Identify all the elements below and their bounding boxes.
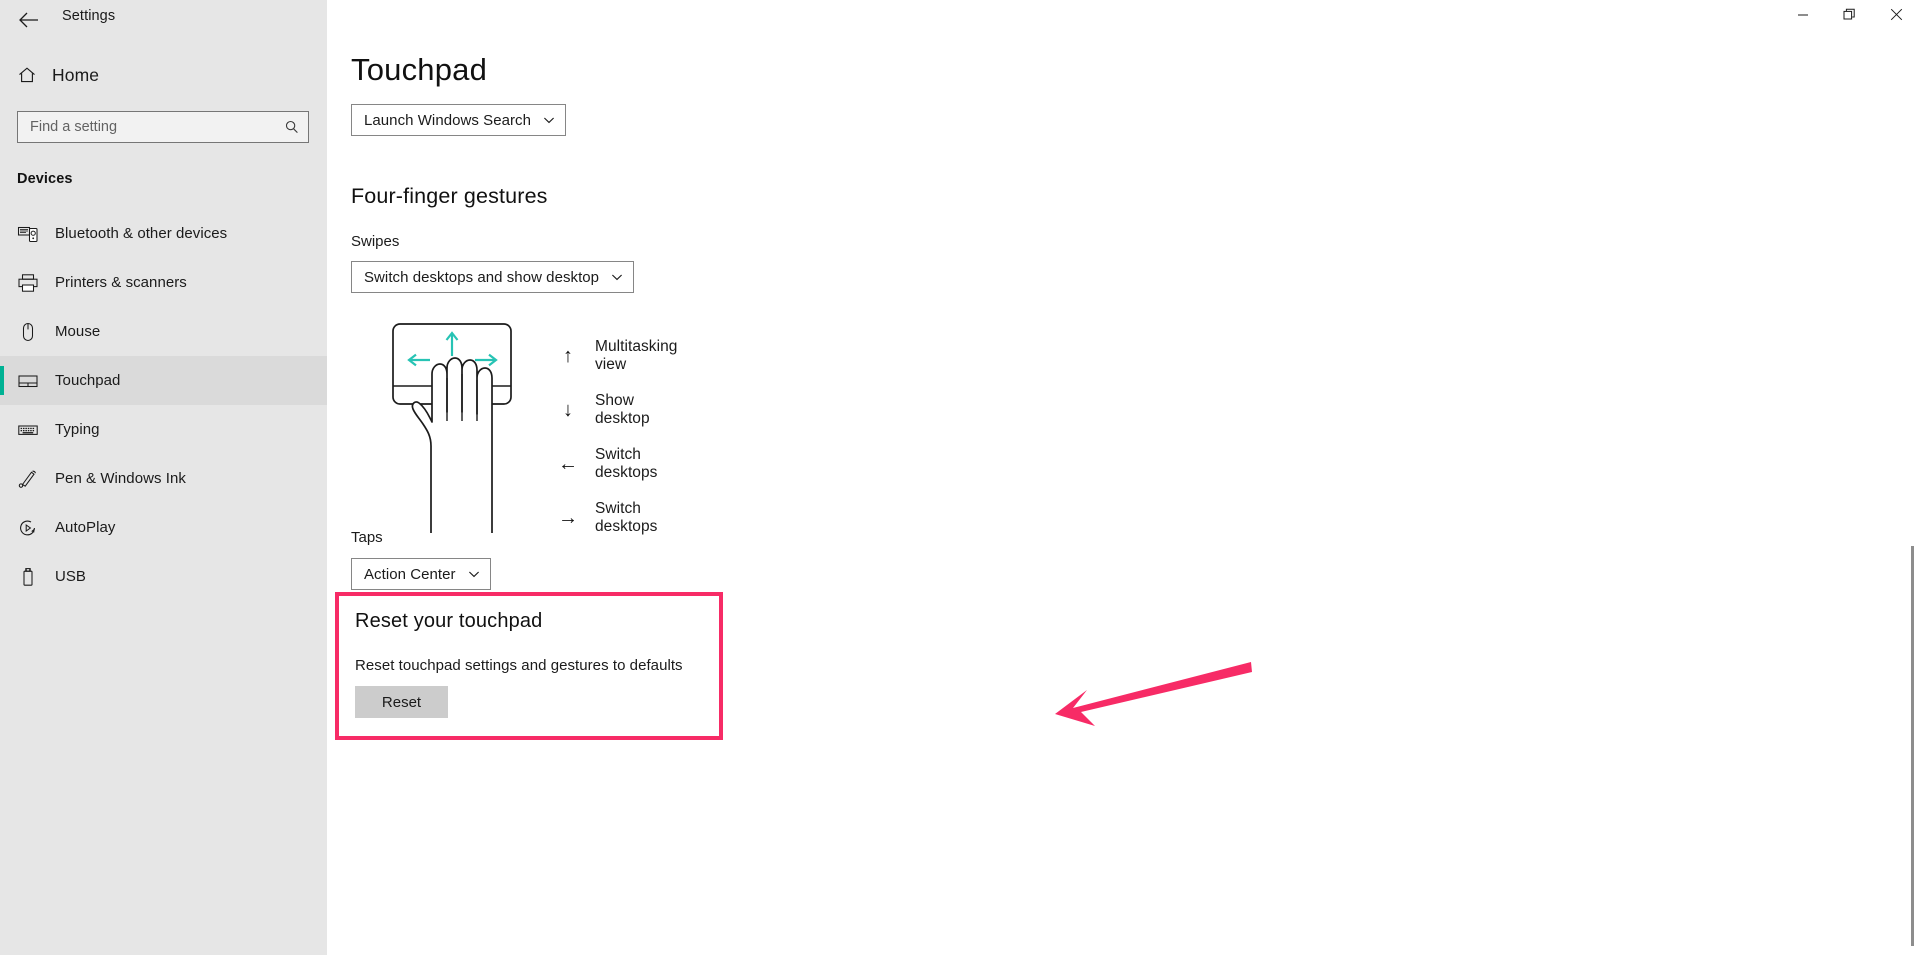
arrow-up-icon: ↑ xyxy=(563,345,573,367)
bluetooth-devices-icon xyxy=(17,223,49,245)
back-arrow-icon xyxy=(18,11,40,29)
chevron-down-icon xyxy=(467,567,481,581)
close-button[interactable] xyxy=(1873,0,1920,34)
sidebar-item-pen-windows-ink[interactable]: Pen & Windows Ink xyxy=(0,454,327,503)
autoplay-icon xyxy=(17,517,49,539)
printer-icon xyxy=(17,272,49,294)
arrow-down-icon: ↓ xyxy=(563,399,573,421)
swipes-label: Swipes xyxy=(351,233,400,250)
taps-label: Taps xyxy=(351,529,383,546)
reset-heading: Reset your touchpad xyxy=(355,610,543,632)
settings-window: Home Devices xyxy=(0,0,1920,955)
sidebar-item-typing[interactable]: Typing xyxy=(0,405,327,454)
content-scrollbar[interactable] xyxy=(1904,0,1920,955)
pen-icon xyxy=(17,468,49,490)
arrow-right-icon: → xyxy=(558,507,578,529)
reset-button[interactable]: Reset xyxy=(355,686,448,718)
sidebar-section-title: Devices xyxy=(17,171,73,187)
gesture-row: → Switch desktops xyxy=(549,491,677,545)
reset-description: Reset touchpad settings and gestures to … xyxy=(355,657,683,674)
maximize-button[interactable] xyxy=(1826,0,1873,34)
sidebar: Home Devices xyxy=(0,0,327,955)
sidebar-item-label: Mouse xyxy=(55,323,101,340)
four-finger-gestures-heading: Four-finger gestures xyxy=(351,184,548,208)
four-finger-touchpad-hand-illustration xyxy=(383,318,523,538)
sidebar-item-bluetooth-other-devices[interactable]: Bluetooth & other devices xyxy=(0,209,327,258)
sidebar-item-label: Printers & scanners xyxy=(55,274,187,291)
sidebar-item-autoplay[interactable]: AutoPlay xyxy=(0,503,327,552)
dropdown-value: Switch desktops and show desktop xyxy=(364,268,600,286)
pink-pointer-arrow xyxy=(1043,660,1253,755)
dropdown-value: Launch Windows Search xyxy=(364,111,531,129)
minimize-button[interactable] xyxy=(1779,0,1826,34)
mouse-icon xyxy=(17,321,49,343)
close-icon xyxy=(1890,8,1903,26)
search-icon xyxy=(284,119,300,135)
usb-icon xyxy=(17,566,49,588)
gesture-row: ↑ Multitasking view xyxy=(549,329,677,383)
sidebar-item-label: Bluetooth & other devices xyxy=(55,225,228,242)
sidebar-home-label: Home xyxy=(52,64,100,85)
window-controls xyxy=(1779,0,1920,34)
sidebar-item-label: AutoPlay xyxy=(55,519,116,536)
taps-dropdown[interactable]: Action Center xyxy=(351,558,491,590)
home-icon xyxy=(17,65,47,85)
restore-icon xyxy=(1843,8,1856,26)
page-title: Touchpad xyxy=(351,52,488,87)
sidebar-item-mouse[interactable]: Mouse xyxy=(0,307,327,356)
sidebar-item-label: USB xyxy=(55,568,86,585)
search-input[interactable] xyxy=(18,113,268,141)
gesture-list: ↑ Multitasking view ↓ Show desktop ← Swi… xyxy=(549,329,677,545)
sidebar-item-printers-scanners[interactable]: Printers & scanners xyxy=(0,258,327,307)
gesture-row: ↓ Show desktop xyxy=(549,383,677,437)
keyboard-icon xyxy=(17,419,49,441)
gesture-row: ← Switch desktops xyxy=(549,437,677,491)
reset-touchpad-section: Reset your touchpad Reset touchpad setti… xyxy=(335,592,723,740)
touchpad-icon xyxy=(17,370,49,392)
sidebar-nav-list: Bluetooth & other devices Printers & sca… xyxy=(0,209,327,601)
dropdown-value: Action Center xyxy=(364,565,456,583)
sidebar-item-label: Touchpad xyxy=(55,372,121,389)
sidebar-item-usb[interactable]: USB xyxy=(0,552,327,601)
chevron-down-icon xyxy=(610,270,624,284)
sidebar-item-touchpad[interactable]: Touchpad xyxy=(0,356,327,405)
sidebar-item-label: Pen & Windows Ink xyxy=(55,470,186,487)
three-finger-taps-dropdown[interactable]: Launch Windows Search xyxy=(351,104,566,136)
swipes-dropdown[interactable]: Switch desktops and show desktop xyxy=(351,261,635,293)
scrollbar-thumb[interactable] xyxy=(1911,546,1914,946)
gesture-label: Show desktop xyxy=(595,392,650,427)
search-box[interactable] xyxy=(17,111,309,143)
gesture-label: Multitasking view xyxy=(595,338,678,373)
sidebar-item-label: Typing xyxy=(55,421,100,438)
chevron-down-icon xyxy=(542,113,556,127)
minimize-icon xyxy=(1797,8,1809,26)
gesture-label: Switch desktops xyxy=(595,446,658,481)
main-content: Touchpad Launch Windows Search Four-fing… xyxy=(327,0,1920,955)
gesture-label: Switch desktops xyxy=(595,500,658,535)
sidebar-item-home[interactable]: Home xyxy=(0,55,327,95)
arrow-left-icon: ← xyxy=(558,453,578,475)
back-button[interactable] xyxy=(8,2,50,38)
